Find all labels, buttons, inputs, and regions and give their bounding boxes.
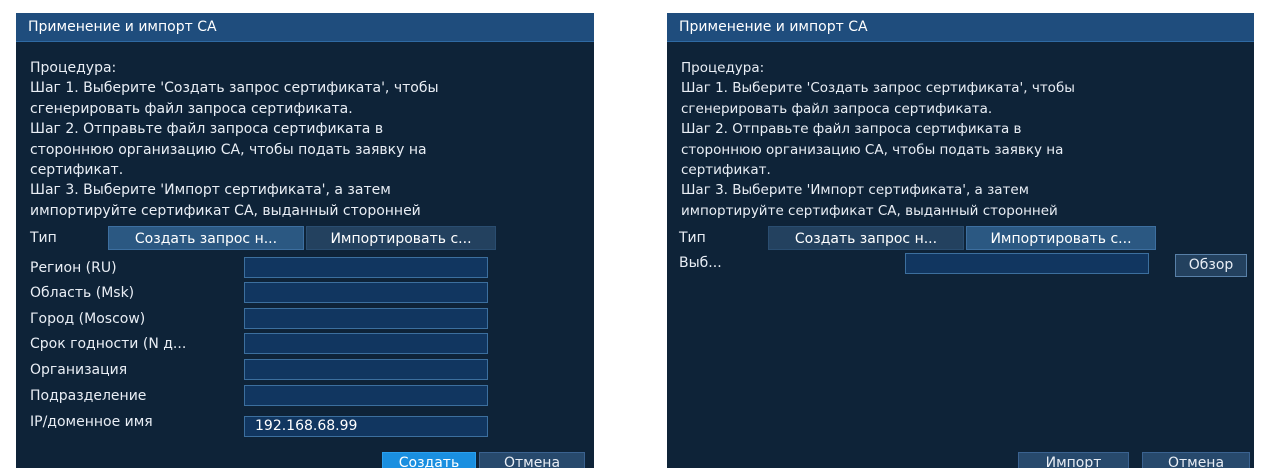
dialog-title-bar: Применение и импорт СА: [16, 13, 594, 42]
region-input[interactable]: [244, 257, 488, 278]
type-label: Тип: [30, 230, 57, 246]
procedure-line: сгенерировать файл запроса сертификата.: [30, 100, 353, 117]
import-certificate-dialog: Применение и импорт СА Процедура: Шаг 1.…: [667, 13, 1254, 468]
ip-domain-input[interactable]: 192.168.68.99: [244, 416, 488, 437]
procedure-text: Процедура: Шаг 1. Выберите 'Создать запр…: [681, 58, 1226, 221]
field-label-organization: Организация: [30, 362, 128, 378]
organization-input[interactable]: [244, 359, 488, 380]
field-label-validity: Срок годности (N д...: [30, 336, 187, 352]
type-import-certificate-button[interactable]: Импортировать с...: [966, 226, 1156, 250]
city-input[interactable]: [244, 308, 488, 329]
state-input[interactable]: [244, 282, 488, 303]
procedure-line: импортируйте сертификат СА, выданный сто…: [681, 202, 1058, 219]
procedure-line: сертификат.: [681, 162, 771, 179]
file-path-input[interactable]: [905, 253, 1149, 274]
procedure-line: Шаг 3. Выберите 'Импорт сертификата', а …: [681, 182, 1029, 199]
validity-days-input[interactable]: [244, 333, 488, 354]
field-label-ip-domain: IP/доменное имя: [30, 414, 153, 430]
procedure-line: Шаг 3. Выберите 'Импорт сертификата', а …: [30, 182, 391, 199]
type-label: Тип: [679, 230, 706, 246]
procedure-line: Шаг 2. Отправьте файл запроса сертификат…: [30, 121, 384, 138]
import-button[interactable]: Импорт: [1018, 452, 1129, 468]
procedure-line: Шаг 1. Выберите 'Создать запрос сертифик…: [681, 80, 1075, 97]
dialog-title: Применение и импорт СА: [679, 19, 868, 35]
procedure-line: стороннюю организацию CA, чтобы подать з…: [30, 141, 427, 158]
procedure-line: сгенерировать файл запроса сертификата.: [681, 100, 993, 117]
procedure-line: Шаг 1. Выберите 'Создать запрос сертифик…: [30, 80, 439, 97]
create-button[interactable]: Создать: [382, 452, 476, 468]
dialog-title-bar: Применение и импорт СА: [667, 13, 1254, 42]
field-label-city: Город (Moscow): [30, 311, 146, 327]
select-file-label: Выб...: [679, 255, 722, 271]
cancel-button[interactable]: Отмена: [1142, 452, 1250, 468]
procedure-text: Процедура: Шаг 1. Выберите 'Создать запр…: [30, 58, 575, 221]
cancel-button[interactable]: Отмена: [479, 452, 585, 468]
procedure-line: сертификат.: [30, 162, 124, 179]
type-import-certificate-button[interactable]: Импортировать с...: [306, 226, 496, 250]
procedure-line: Процедура:: [681, 60, 765, 76]
procedure-line: стороннюю организацию CA, чтобы подать з…: [681, 141, 1064, 158]
procedure-line: импортируйте сертификат СА, выданный сто…: [30, 202, 421, 219]
dialog-title: Применение и импорт СА: [28, 19, 217, 35]
browse-button[interactable]: Обзор: [1175, 254, 1247, 277]
type-create-request-button[interactable]: Создать запрос н...: [108, 226, 304, 250]
unit-input[interactable]: [244, 385, 488, 406]
procedure-line: Процедура:: [30, 60, 117, 76]
field-label-unit: Подразделение: [30, 388, 147, 404]
type-create-request-button[interactable]: Создать запрос н...: [768, 226, 964, 250]
field-label-state: Область (Msk): [30, 285, 135, 301]
procedure-line: Шаг 2. Отправьте файл запроса сертификат…: [681, 121, 1022, 138]
field-label-region: Регион (RU): [30, 260, 117, 276]
create-request-dialog: Применение и импорт СА Процедура: Шаг 1.…: [16, 13, 594, 468]
